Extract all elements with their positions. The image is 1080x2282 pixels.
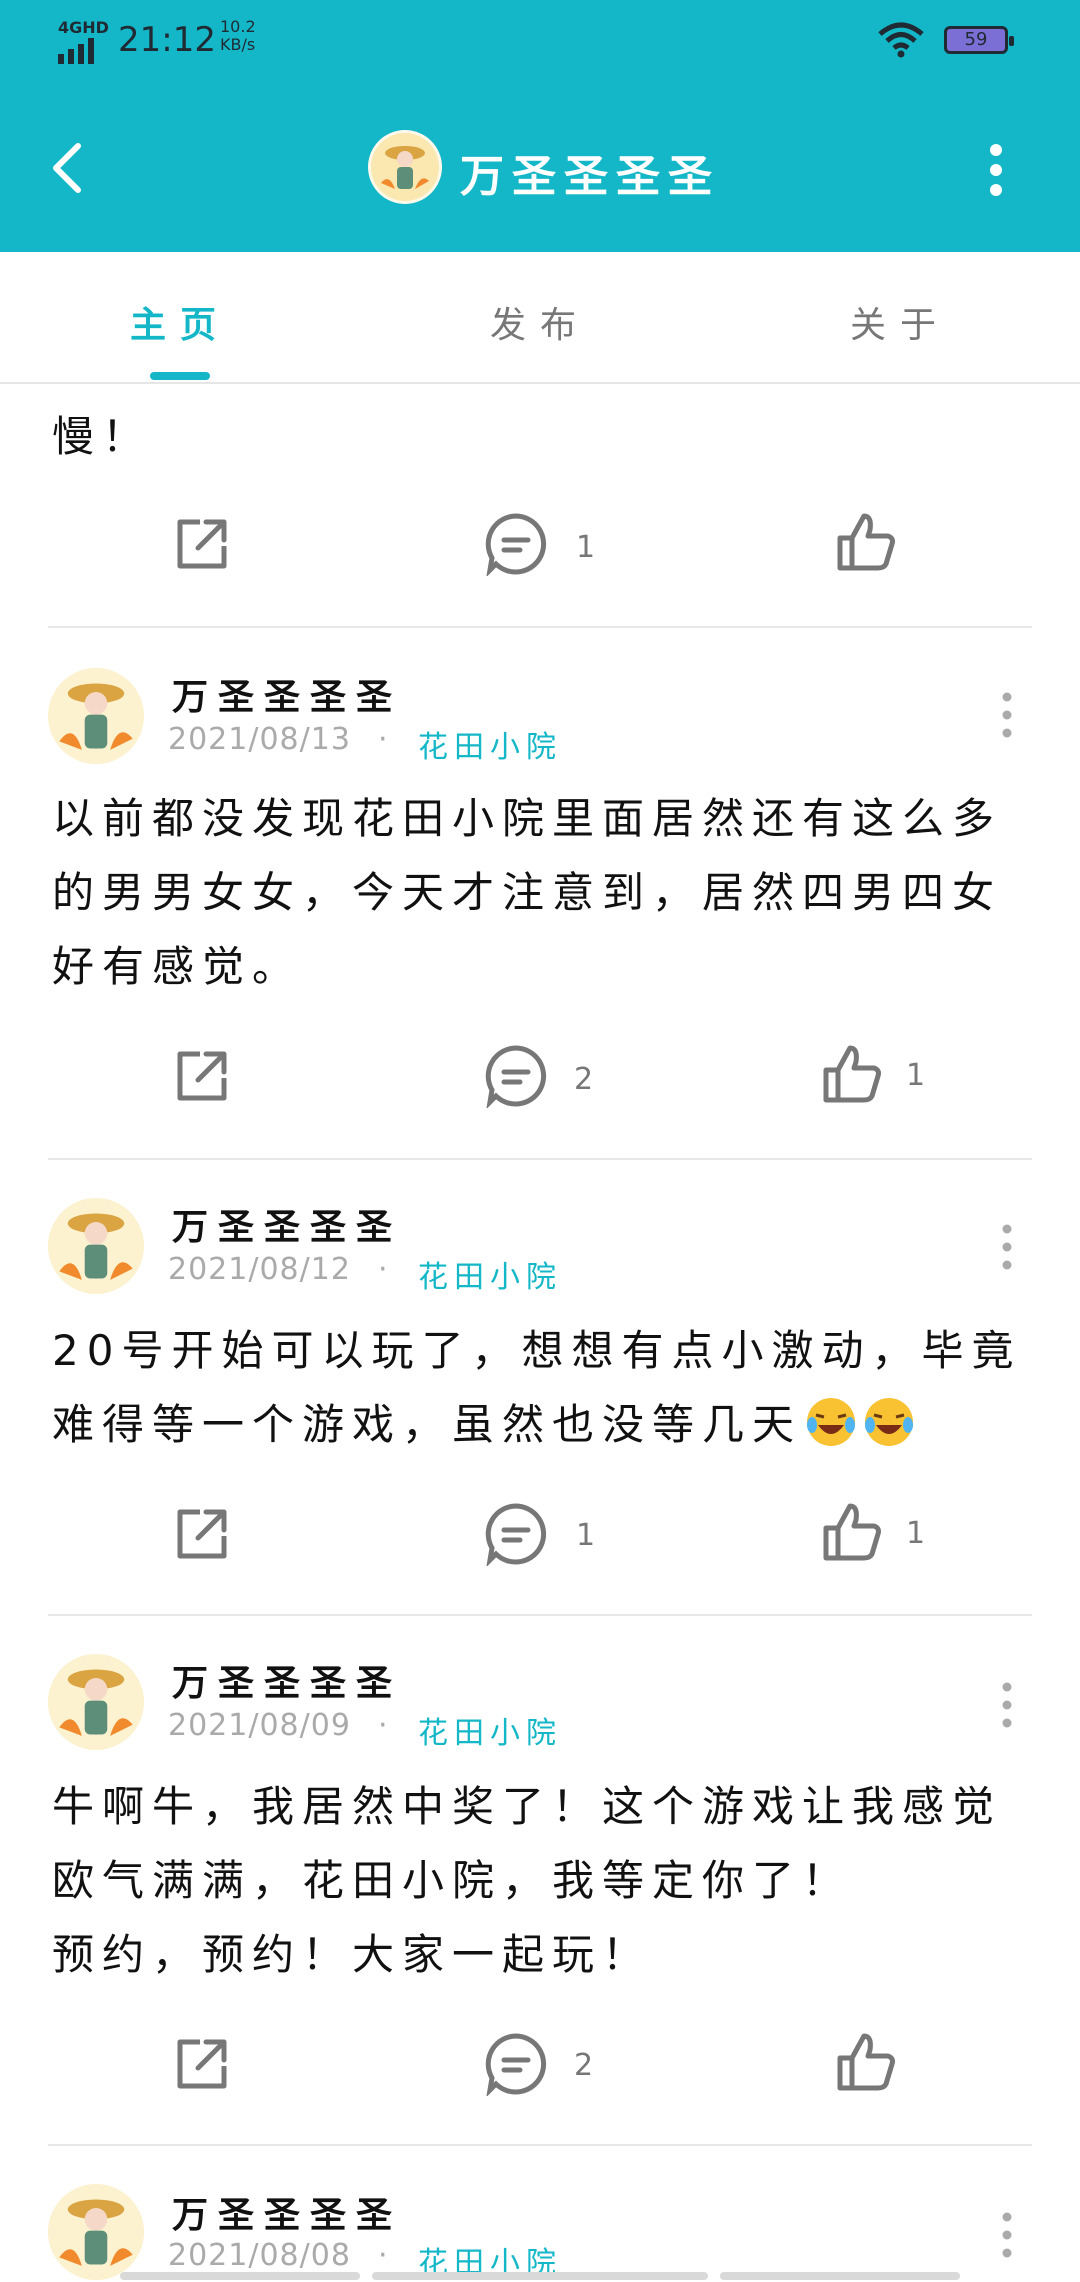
post-tag[interactable]: 花田小院 [418,1708,562,1752]
comment-icon[interactable] [484,1044,548,1108]
like-count: 1 [906,1516,926,1551]
chevron-left-icon[interactable] [48,140,88,196]
share-icon[interactable] [170,1044,234,1108]
meta-separator: · [378,2238,388,2273]
comment-icon[interactable] [484,512,548,576]
clock: 21:12 [118,20,216,60]
post-date: 2021/08/09 [168,1708,351,1743]
laughing-tears-emoji-icon [865,1398,914,1446]
meta-separator: · [378,722,388,757]
more-vertical-icon[interactable] [1000,1222,1014,1272]
more-vertical-icon[interactable] [986,140,1006,200]
post-divider [48,626,1032,628]
avatar[interactable] [48,1198,144,1294]
more-vertical-icon[interactable] [1000,1680,1014,1730]
avatar-image [371,133,439,201]
comment-count: 2 [574,2048,594,2083]
share-icon[interactable] [170,1502,234,1566]
comment-count: 2 [574,1062,594,1097]
page-title: 万圣圣圣圣 [460,151,720,202]
thumbs-up-icon[interactable] [820,1500,884,1564]
post-date: 2021/08/08 [168,2238,351,2273]
comment-count: 1 [576,530,596,565]
post-tag[interactable]: 花田小院 [418,722,562,766]
tab-bar: 主页 发布 关于 [0,252,1080,384]
post-author[interactable]: 万圣圣圣圣 [172,668,402,720]
post-text: 以前都没发现花田小院里面居然还有这么多的男男女女，今天才注意到，居然四男四女好有… [52,794,1003,991]
wifi-icon [878,22,924,58]
post-text: 慢！ [52,412,153,461]
scroll-indicator [720,2272,960,2280]
status-bar: 4GHD 21:12 10.2 KB/s 59 [0,0,1080,80]
share-icon[interactable] [170,2032,234,2096]
app-header: 4GHD 21:12 10.2 KB/s 59 万圣圣圣圣 [0,0,1080,252]
comment-icon[interactable] [484,2032,548,2096]
post-divider [48,2144,1032,2146]
speed-unit: KB/s [220,35,256,54]
avatar[interactable] [48,1654,144,1750]
speed-value: 10.2 [220,17,256,36]
post-text: 牛啊牛，我居然中奖了！这个游戏让我感觉欧气满满，花田小院，我等定你了！ 预约，预… [52,1770,1032,1992]
comment-icon[interactable] [484,1502,548,1566]
battery-indicator: 59 [944,26,1014,54]
avatar-image [48,1654,144,1750]
share-icon[interactable] [170,512,234,576]
post-date: 2021/08/13 [168,722,351,757]
post-author[interactable]: 万圣圣圣圣 [172,2186,402,2238]
post-text: 20号开始可以玩了，想想有点小激动，毕竟难得等一个游戏，虽然也没等几天 [52,1314,1032,1462]
post-text-line: 预约，预约！大家一起玩！ [52,1930,653,1979]
network-speed: 10.2 KB/s [220,18,256,54]
avatar-image [48,2184,144,2280]
avatar[interactable] [48,2184,144,2280]
scroll-indicator [120,2272,360,2280]
post-divider [48,1614,1032,1616]
post-date: 2021/08/12 [168,1252,351,1287]
post-text-line: 牛啊牛，我居然中奖了！这个游戏让我感觉欧气满满，花田小院，我等定你了！ [52,1782,1003,1905]
thumbs-up-icon[interactable] [834,510,898,574]
laughing-tears-emoji-icon [807,1398,856,1446]
avatar-image [48,668,144,764]
post-author[interactable]: 万圣圣圣圣 [172,1654,402,1706]
tab-publish[interactable]: 发布 [450,296,630,348]
like-count: 1 [906,1058,926,1093]
signal-icon [58,38,94,64]
thumbs-up-icon[interactable] [820,1042,884,1106]
network-label: 4GHD [58,18,109,37]
active-tab-indicator [150,372,210,380]
more-vertical-icon[interactable] [1000,2210,1014,2260]
avatar-image [48,1198,144,1294]
header-avatar[interactable] [368,130,442,204]
tab-home[interactable]: 主页 [90,296,270,348]
meta-separator: · [378,1252,388,1287]
avatar[interactable] [48,668,144,764]
comment-count: 1 [576,1518,596,1553]
battery-level: 59 [964,29,988,50]
post-tag[interactable]: 花田小院 [418,1252,562,1296]
post-divider [48,1158,1032,1160]
network-indicator: 4GHD [58,18,109,64]
post-author[interactable]: 万圣圣圣圣 [172,1198,402,1250]
thumbs-up-icon[interactable] [834,2030,898,2094]
more-vertical-icon[interactable] [1000,690,1014,740]
meta-separator: · [378,1708,388,1743]
tab-about[interactable]: 关于 [810,296,990,348]
scroll-indicator [372,2272,708,2280]
